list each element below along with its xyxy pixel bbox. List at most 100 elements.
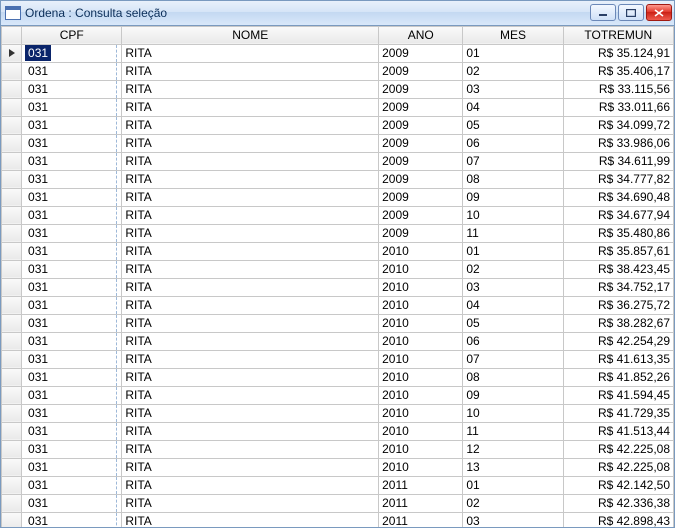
row-selector[interactable] <box>2 260 22 278</box>
table-row[interactable]: 031RITA201004R$ 36.275,72 <box>2 296 674 314</box>
table-row[interactable]: 031RITA200909R$ 34.690,48 <box>2 188 674 206</box>
cell-nome[interactable]: RITA <box>122 278 379 296</box>
data-grid[interactable]: CPF NOME ANO MES TOTREMUN 031RITA200901R… <box>1 26 674 527</box>
row-selector[interactable] <box>2 422 22 440</box>
cell-cpf[interactable]: 031 <box>22 332 122 350</box>
cell-nome[interactable]: RITA <box>122 404 379 422</box>
row-selector[interactable] <box>2 206 22 224</box>
table-row[interactable]: 031RITA200910R$ 34.677,94 <box>2 206 674 224</box>
cell-totremun[interactable]: R$ 41.613,35 <box>563 350 673 368</box>
cell-ano[interactable]: 2010 <box>379 458 463 476</box>
cell-mes[interactable]: 04 <box>463 296 563 314</box>
table-row[interactable]: 031RITA201001R$ 35.857,61 <box>2 242 674 260</box>
cell-mes[interactable]: 08 <box>463 170 563 188</box>
cell-cpf[interactable]: 031 <box>22 188 122 206</box>
cell-mes[interactable]: 09 <box>463 188 563 206</box>
cell-mes[interactable]: 03 <box>463 80 563 98</box>
cell-mes[interactable]: 02 <box>463 494 563 512</box>
cell-cpf[interactable]: 031 <box>22 278 122 296</box>
cell-totremun[interactable]: R$ 34.752,17 <box>563 278 673 296</box>
cell-ano[interactable]: 2010 <box>379 422 463 440</box>
row-selector[interactable] <box>2 152 22 170</box>
cell-nome[interactable]: RITA <box>122 440 379 458</box>
cell-ano[interactable]: 2009 <box>379 188 463 206</box>
cell-totremun[interactable]: R$ 35.406,17 <box>563 62 673 80</box>
table-row[interactable]: 031RITA201103R$ 42.898,43 <box>2 512 674 527</box>
row-selector[interactable] <box>2 116 22 134</box>
cell-nome[interactable]: RITA <box>122 224 379 242</box>
table-row[interactable]: 031RITA201011R$ 41.513,44 <box>2 422 674 440</box>
cell-mes[interactable]: 11 <box>463 224 563 242</box>
cell-totremun[interactable]: R$ 41.594,45 <box>563 386 673 404</box>
table-row[interactable]: 031RITA200901R$ 35.124,91 <box>2 44 674 62</box>
cell-nome[interactable]: RITA <box>122 188 379 206</box>
cell-mes[interactable]: 12 <box>463 440 563 458</box>
cell-ano[interactable]: 2009 <box>379 206 463 224</box>
cell-cpf[interactable]: 031 <box>22 458 122 476</box>
cell-nome[interactable]: RITA <box>122 206 379 224</box>
cell-mes[interactable]: 02 <box>463 62 563 80</box>
table-row[interactable]: 031RITA201010R$ 41.729,35 <box>2 404 674 422</box>
cell-ano[interactable]: 2010 <box>379 386 463 404</box>
cell-totremun[interactable]: R$ 42.898,43 <box>563 512 673 527</box>
row-selector[interactable] <box>2 98 22 116</box>
cell-nome[interactable]: RITA <box>122 386 379 404</box>
cell-mes[interactable]: 08 <box>463 368 563 386</box>
row-selector[interactable] <box>2 188 22 206</box>
cell-cpf[interactable]: 031 <box>22 422 122 440</box>
cell-mes[interactable]: 10 <box>463 404 563 422</box>
cell-nome[interactable]: RITA <box>122 80 379 98</box>
table-row[interactable]: 031RITA201101R$ 42.142,50 <box>2 476 674 494</box>
cell-totremun[interactable]: R$ 34.777,82 <box>563 170 673 188</box>
cell-mes[interactable]: 03 <box>463 278 563 296</box>
cell-totremun[interactable]: R$ 38.423,45 <box>563 260 673 278</box>
cell-totremun[interactable]: R$ 34.690,48 <box>563 188 673 206</box>
row-selector[interactable] <box>2 368 22 386</box>
cell-mes[interactable]: 05 <box>463 314 563 332</box>
cell-mes[interactable]: 04 <box>463 98 563 116</box>
cell-nome[interactable]: RITA <box>122 458 379 476</box>
cell-ano[interactable]: 2011 <box>379 476 463 494</box>
cell-totremun[interactable]: R$ 38.282,67 <box>563 314 673 332</box>
cell-ano[interactable]: 2010 <box>379 332 463 350</box>
cell-mes[interactable]: 09 <box>463 386 563 404</box>
table-row[interactable]: 031RITA200911R$ 35.480,86 <box>2 224 674 242</box>
cell-mes[interactable]: 01 <box>463 44 563 62</box>
row-selector[interactable] <box>2 62 22 80</box>
column-header-cpf[interactable]: CPF <box>22 26 122 44</box>
row-selector[interactable] <box>2 476 22 494</box>
cell-ano[interactable]: 2010 <box>379 440 463 458</box>
cell-mes[interactable]: 13 <box>463 458 563 476</box>
cell-mes[interactable]: 03 <box>463 512 563 527</box>
cell-cpf[interactable]: 031 <box>22 134 122 152</box>
table-row[interactable]: 031RITA201009R$ 41.594,45 <box>2 386 674 404</box>
cell-totremun[interactable]: R$ 35.124,91 <box>563 44 673 62</box>
table-row[interactable]: 031RITA201005R$ 38.282,67 <box>2 314 674 332</box>
column-header-ano[interactable]: ANO <box>379 26 463 44</box>
cell-nome[interactable]: RITA <box>122 116 379 134</box>
cell-ano[interactable]: 2009 <box>379 80 463 98</box>
row-selector[interactable] <box>2 170 22 188</box>
cell-nome[interactable]: RITA <box>122 260 379 278</box>
row-selector[interactable] <box>2 458 22 476</box>
cell-totremun[interactable]: R$ 42.254,29 <box>563 332 673 350</box>
row-selector[interactable] <box>2 278 22 296</box>
cell-ano[interactable]: 2009 <box>379 152 463 170</box>
cell-mes[interactable]: 11 <box>463 422 563 440</box>
cell-cpf[interactable]: 031 <box>22 494 122 512</box>
cell-cpf[interactable]: 031 <box>22 80 122 98</box>
cell-mes[interactable]: 01 <box>463 476 563 494</box>
row-selector[interactable] <box>2 224 22 242</box>
cell-totremun[interactable]: R$ 33.986,06 <box>563 134 673 152</box>
cell-totremun[interactable]: R$ 36.275,72 <box>563 296 673 314</box>
cell-mes[interactable]: 01 <box>463 242 563 260</box>
row-selector[interactable] <box>2 332 22 350</box>
cell-cpf[interactable]: 031 <box>22 170 122 188</box>
row-selector[interactable] <box>2 80 22 98</box>
cell-nome[interactable]: RITA <box>122 242 379 260</box>
maximize-button[interactable] <box>618 4 644 21</box>
cell-mes[interactable]: 10 <box>463 206 563 224</box>
column-header-totremun[interactable]: TOTREMUN <box>563 26 673 44</box>
cell-cpf[interactable]: 031 <box>22 386 122 404</box>
cell-mes[interactable]: 07 <box>463 350 563 368</box>
